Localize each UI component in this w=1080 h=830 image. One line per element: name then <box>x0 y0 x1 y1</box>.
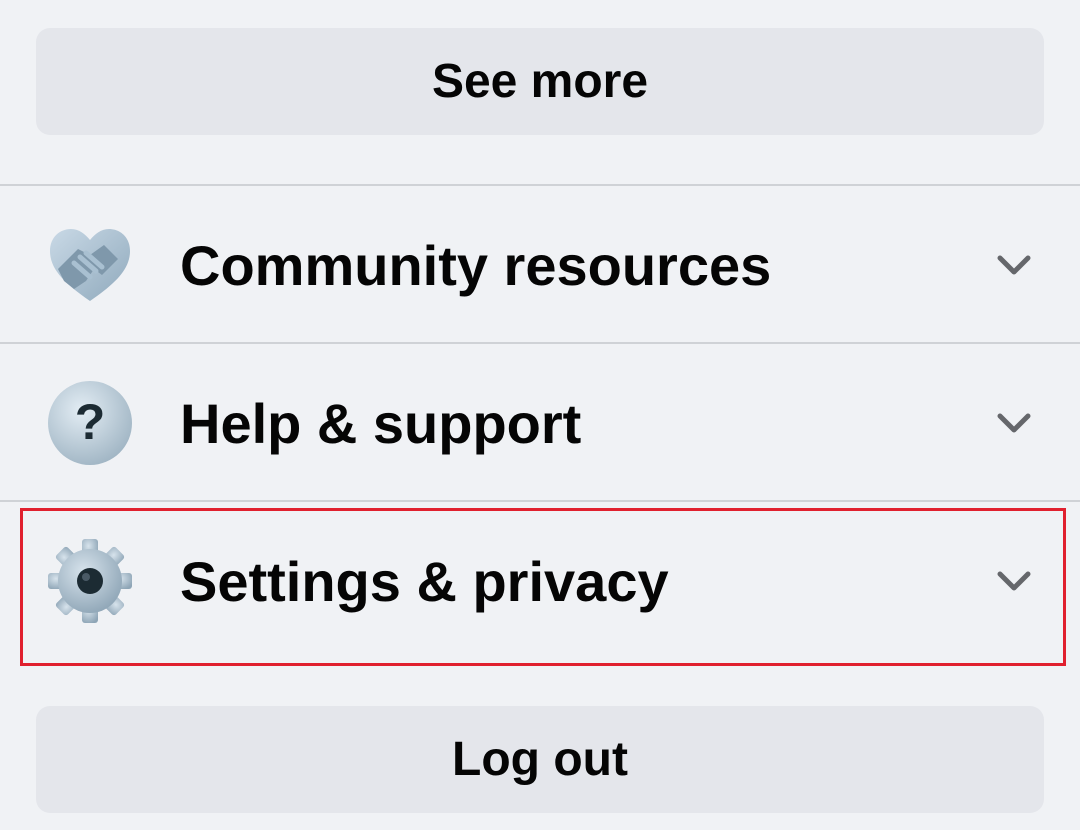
divider <box>0 342 1080 344</box>
menu-item-label: Community resources <box>180 233 772 297</box>
chevron-down-icon[interactable] <box>994 561 1034 601</box>
divider <box>0 500 1080 502</box>
see-more-button[interactable]: See more <box>36 28 1044 135</box>
see-more-label: See more <box>431 55 649 108</box>
menu-item-help-support[interactable]: ? Help & support <box>0 345 1080 501</box>
menu-item-community-resources[interactable]: Community resources <box>0 187 1080 343</box>
chevron-down-icon[interactable] <box>994 403 1034 443</box>
question-mark-icon: ? <box>44 377 136 469</box>
divider <box>0 184 1080 186</box>
svg-text:?: ? <box>75 394 106 450</box>
menu-item-settings-privacy[interactable]: Settings & privacy <box>0 503 1080 659</box>
log-out-label: Log out <box>452 733 628 786</box>
menu-item-label: Help & support <box>180 391 582 455</box>
menu-item-label: Settings & privacy <box>180 549 669 613</box>
handshake-icon <box>44 219 136 311</box>
log-out-button[interactable]: Log out <box>36 706 1044 813</box>
chevron-down-icon[interactable] <box>994 245 1034 285</box>
gear-icon <box>44 535 136 627</box>
